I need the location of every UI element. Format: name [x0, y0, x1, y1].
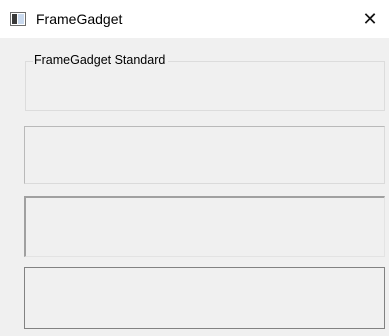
frame-double	[24, 196, 385, 257]
title-bar[interactable]: FrameGadget ✕	[0, 0, 389, 38]
frame-flat	[24, 267, 385, 329]
frame-single	[24, 126, 385, 184]
app-icon-light-pane	[18, 14, 24, 24]
close-button[interactable]: ✕	[356, 6, 384, 32]
app-icon-dark-pane	[12, 14, 17, 24]
window-app-icon	[10, 12, 26, 26]
window-title: FrameGadget	[36, 11, 123, 27]
framegadget-window: FrameGadget ✕ FrameGadget Standard	[0, 0, 389, 336]
frame-standard	[25, 61, 385, 111]
frame-standard-label: FrameGadget Standard	[33, 52, 169, 68]
